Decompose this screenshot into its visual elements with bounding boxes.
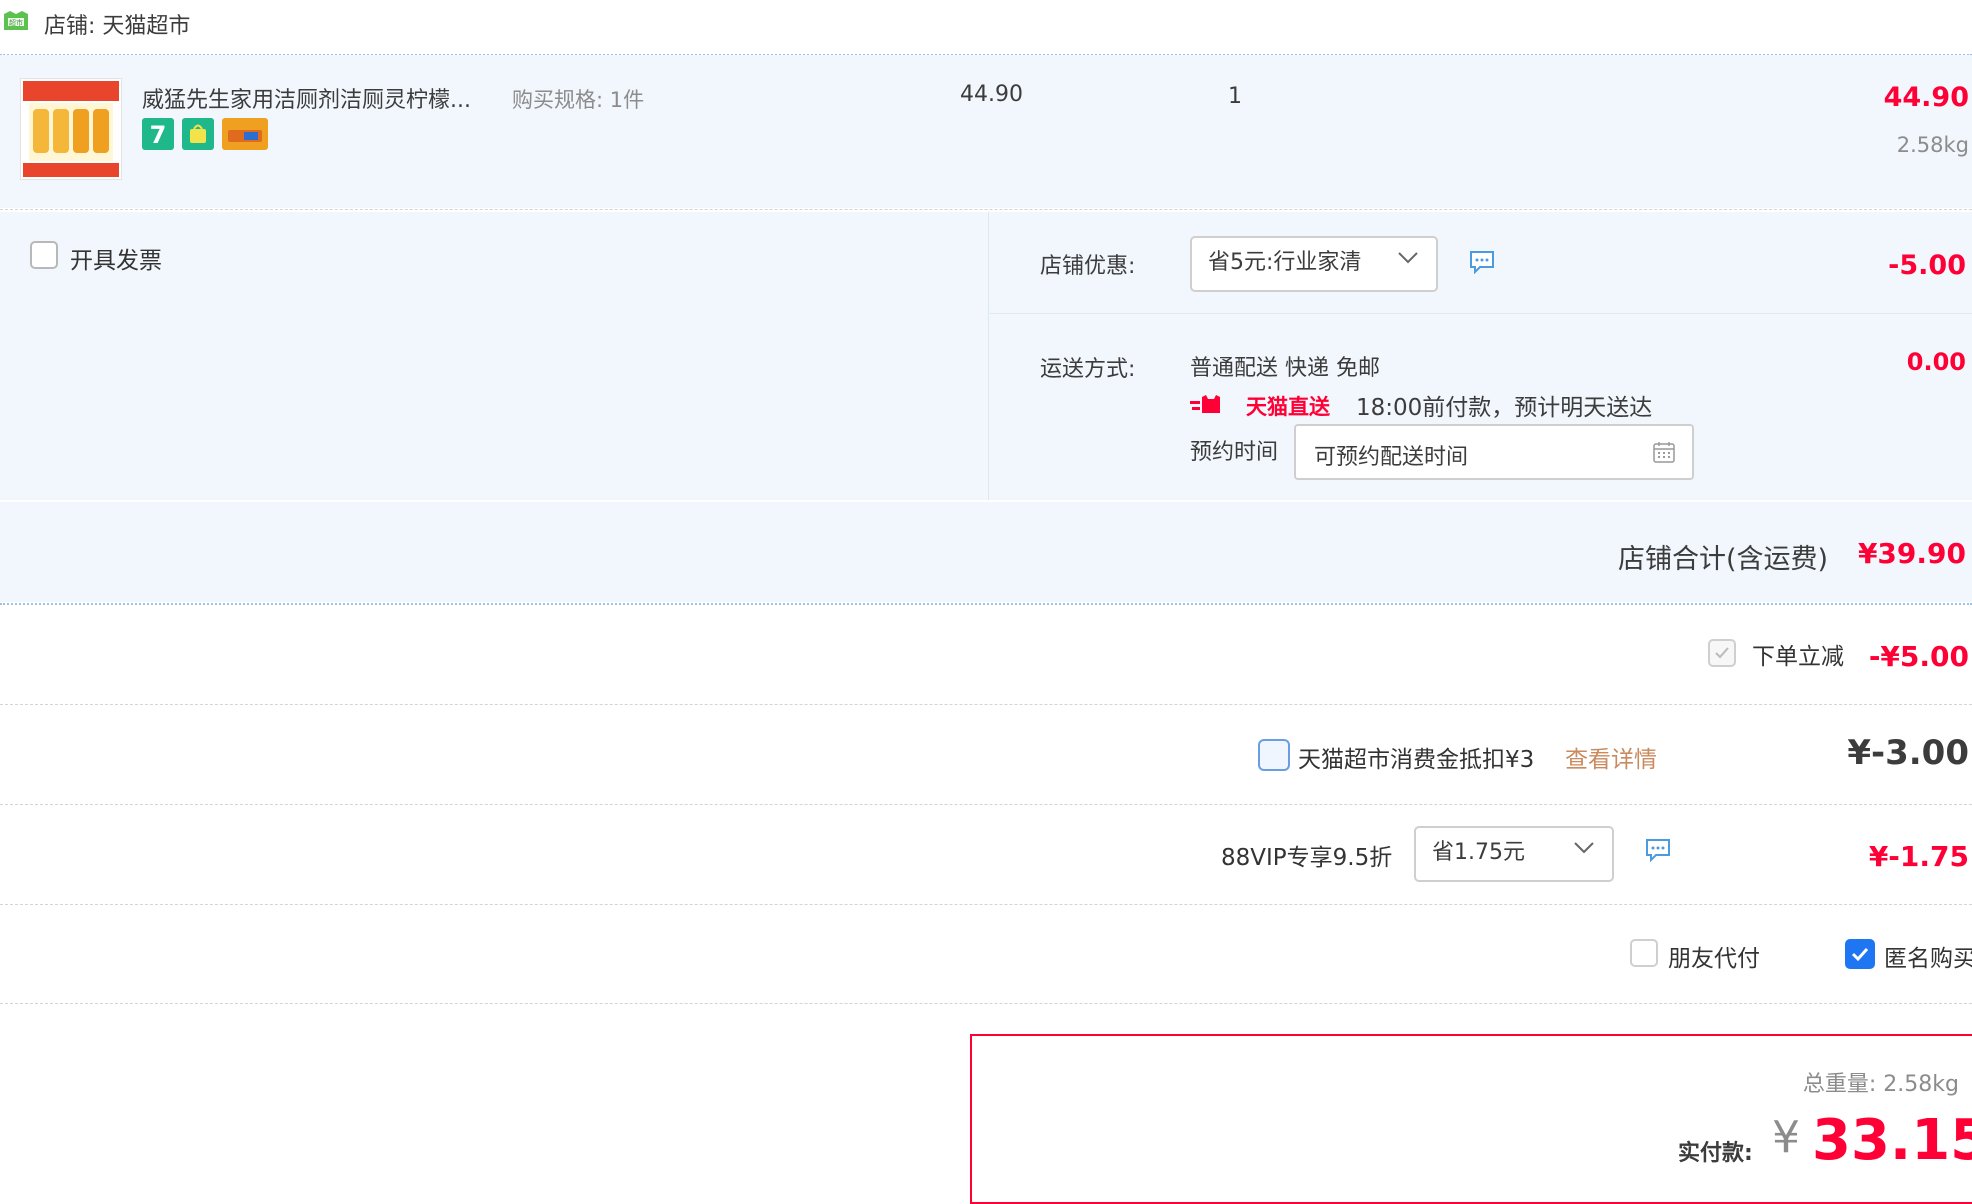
vip-discount-select[interactable]: 省1.75元 (1414, 826, 1614, 882)
consumer-gold-label[interactable]: 天猫超市消费金抵扣¥3 (1298, 740, 1534, 774)
order-discount-label: 下单立减 (1752, 644, 1844, 670)
panel-horizontal-divider (990, 313, 1972, 314)
panel-vertical-divider (988, 212, 989, 500)
chevron-down-icon (1398, 252, 1418, 264)
calendar-icon[interactable] (1652, 440, 1676, 464)
shipping-methods: 普通配送 快递 免邮 (1190, 356, 1380, 381)
vip-discount-value: ¥-1.75 (1868, 840, 1969, 873)
invoice-checkbox[interactable] (30, 241, 58, 269)
product-thumbnail[interactable] (20, 78, 122, 180)
check-icon (1715, 647, 1729, 659)
actual-payment-label: 实付款: (1678, 1141, 1753, 1166)
shipping-fee: 0.00 (1906, 348, 1966, 376)
shop-coupon-selected: 省5元:行业家清 (1208, 250, 1362, 275)
check-icon (1851, 947, 1869, 962)
unit-price: 44.90 (960, 82, 1023, 107)
row-divider (0, 804, 1972, 805)
consumer-gold-value: ¥-3.00 (1847, 733, 1969, 773)
actual-payment-amount: 33.15 (1812, 1108, 1972, 1173)
row-divider (0, 704, 1972, 705)
shop-coupon-label: 店铺优惠: (1040, 254, 1136, 279)
reserve-time-label: 预约时间 (1190, 440, 1279, 465)
anonymous-purchase-checkbox[interactable] (1845, 939, 1875, 969)
reserve-time-placeholder: 可预约配送时间 (1314, 445, 1469, 470)
order-discount-checkbox (1708, 639, 1736, 667)
consumer-gold-checkbox[interactable] (1258, 739, 1290, 771)
shipping-label: 运送方式: (1040, 357, 1136, 382)
item-divider (0, 209, 1972, 210)
vip-discount-label: 88VIP专享9.5折 (1221, 845, 1393, 871)
friend-pay-label[interactable]: 朋友代付 (1668, 939, 1760, 973)
row-divider (0, 904, 1972, 905)
tmall-logo-icon (1190, 395, 1220, 413)
product-image-icon (21, 79, 121, 179)
item-subtotal: 44.90 (1883, 82, 1969, 113)
quantity: 1 (1228, 84, 1242, 109)
tmall-direct-badge: 天猫直送 (1246, 395, 1330, 419)
shop-coupon-select[interactable]: 省5元:行业家清 (1190, 236, 1438, 292)
seven-day-return-icon: 7 (142, 118, 174, 150)
message-icon[interactable] (1468, 250, 1496, 274)
vip-discount-selected: 省1.75元 (1432, 840, 1525, 865)
total-weight: 总重量: 2.58kg (1802, 1072, 1959, 1097)
delivery-promise: 18:00前付款，预计明天送达 (1356, 395, 1653, 421)
currency-symbol: ¥ (1772, 1112, 1800, 1163)
friend-pay-checkbox[interactable] (1630, 939, 1658, 967)
product-title[interactable]: 威猛先生家用洁厕剂洁厕灵柠檬... (142, 82, 471, 114)
anonymous-purchase-label[interactable]: 匿名购买 (1884, 939, 1972, 973)
view-details-link[interactable]: 查看详情 (1565, 740, 1657, 774)
shopping-bag-icon (182, 118, 214, 150)
svg-text:超市: 超市 (9, 18, 23, 27)
tmall-supermarket-shop-icon: 超市 (4, 11, 28, 30)
message-icon[interactable] (1644, 838, 1672, 862)
reserve-time-input[interactable]: 可预约配送时间 (1294, 424, 1694, 480)
shop-name[interactable]: 店铺: 天猫超市 (44, 8, 190, 40)
shop-total-label: 店铺合计(含运费) (1618, 544, 1829, 575)
chevron-down-icon (1574, 842, 1594, 854)
item-weight: 2.58kg (1896, 133, 1969, 157)
shop-total-divider (0, 603, 1972, 605)
product-spec: 购买规格: 1件 (512, 88, 645, 112)
shop-total-value: ¥39.90 (1857, 537, 1966, 570)
order-item-row (0, 55, 1972, 208)
order-discount-value: -¥5.00 (1868, 640, 1969, 673)
row-divider (0, 1003, 1972, 1004)
payment-card-icon (222, 118, 268, 150)
svg-text:7: 7 (150, 121, 167, 149)
shop-coupon-amount: -5.00 (1888, 250, 1966, 281)
invoice-label[interactable]: 开具发票 (70, 241, 162, 275)
